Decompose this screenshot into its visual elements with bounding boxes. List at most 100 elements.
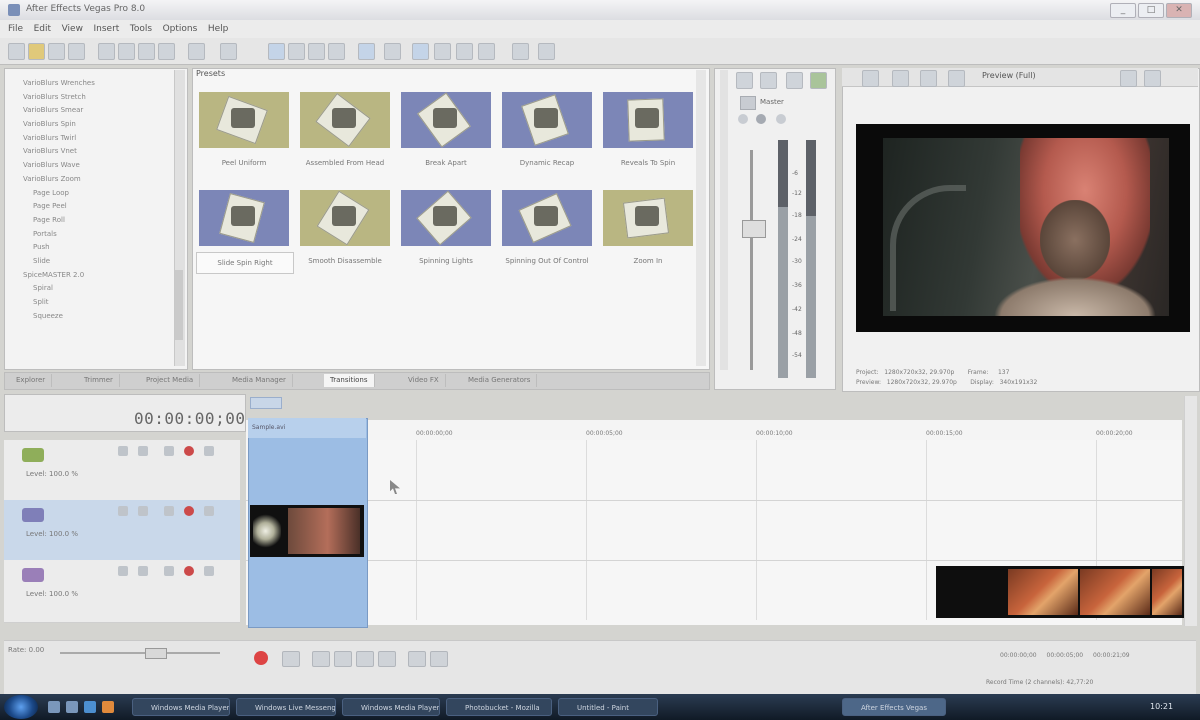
rate-slider-knob[interactable]: [145, 648, 167, 659]
track-motion-icon[interactable]: [118, 506, 128, 516]
taskbar-item[interactable]: Photobucket - Mozilla: [446, 698, 552, 716]
record-button[interactable]: [254, 651, 268, 665]
master-fader-track[interactable]: [750, 150, 753, 370]
stop-button[interactable]: [378, 651, 396, 667]
taskbar-item[interactable]: After Effects Vegas: [842, 698, 946, 716]
close-button[interactable]: ✕: [1166, 3, 1192, 18]
save-as-icon[interactable]: [68, 43, 85, 60]
preview-quality-dropdown[interactable]: Preview (Full): [982, 71, 1036, 80]
timeline-ruler[interactable]: [246, 420, 1182, 441]
tree-item[interactable]: VarioBlurs Wave: [5, 159, 187, 173]
timeline-vertical-scrollbar[interactable]: [1184, 396, 1197, 626]
track-mute-icon[interactable]: [164, 506, 174, 516]
tree-item[interactable]: VarioBlurs Zoom: [5, 173, 187, 187]
menu-insert[interactable]: Insert: [94, 24, 120, 34]
lock-envelopes-icon[interactable]: [412, 43, 429, 60]
tree-item[interactable]: Split: [5, 296, 187, 310]
transition-preset-tile[interactable]: Break Apart: [398, 92, 494, 190]
open-folder-icon[interactable]: [28, 43, 45, 60]
track-solo-icon[interactable]: [184, 506, 194, 516]
track-header-1[interactable]: Level: 100.0 %: [4, 440, 240, 501]
loop-icon[interactable]: [478, 43, 495, 60]
transition-preset-tile[interactable]: Slide Spin Right: [196, 190, 294, 288]
tab-video-fx[interactable]: Video FX: [402, 374, 446, 387]
go-to-end-button[interactable]: [430, 651, 448, 667]
tree-item[interactable]: VarioBlurs Twirl: [5, 132, 187, 146]
auto-crossfade-icon[interactable]: [456, 43, 473, 60]
undo-icon[interactable]: [188, 43, 205, 60]
track-compositing-icon[interactable]: [204, 566, 214, 576]
taskbar-item[interactable]: Untitled - Paint: [558, 698, 658, 716]
save-snapshot-icon[interactable]: [1144, 70, 1161, 87]
mixer-insert-bus-icon[interactable]: [760, 72, 777, 89]
menu-edit[interactable]: Edit: [34, 24, 51, 34]
go-to-start-button[interactable]: [408, 651, 426, 667]
ignore-grouping-icon[interactable]: [434, 43, 451, 60]
tree-item[interactable]: Portals: [5, 228, 187, 242]
tab-trimmer[interactable]: Trimmer: [78, 374, 120, 387]
switch-windows-icon[interactable]: [66, 701, 78, 713]
tree-item[interactable]: Page Loop: [5, 187, 187, 201]
show-desktop-icon[interactable]: [48, 701, 60, 713]
mixer-add-icon[interactable]: [810, 72, 827, 89]
tab-project-media[interactable]: Project Media: [140, 374, 201, 387]
track-header-2[interactable]: Level: 100.0 %: [4, 500, 240, 561]
tab-media-generators[interactable]: Media Generators: [462, 374, 538, 387]
track-fx-icon[interactable]: [138, 566, 148, 576]
mixer-fx-icon[interactable]: [786, 72, 803, 89]
menu-view[interactable]: View: [62, 24, 83, 34]
properties-icon[interactable]: [118, 43, 135, 60]
transition-preset-tile[interactable]: Assembled From Head: [297, 92, 393, 190]
transition-preset-tile[interactable]: Smooth Disassemble: [297, 190, 393, 288]
envelope-tool-icon[interactable]: [288, 43, 305, 60]
fx-bypass-icon[interactable]: [776, 114, 786, 124]
tree-item[interactable]: Spiral: [5, 282, 187, 296]
overlays-icon[interactable]: [948, 70, 965, 87]
track-compositing-icon[interactable]: [204, 506, 214, 516]
mute-icon[interactable]: [738, 114, 748, 124]
track-mute-icon[interactable]: [164, 446, 174, 456]
menu-tools[interactable]: Tools: [130, 24, 152, 34]
copy-icon[interactable]: [158, 43, 175, 60]
tree-item[interactable]: VarioBlurs Spin: [5, 118, 187, 132]
cut-icon[interactable]: [138, 43, 155, 60]
normal-edit-tool-icon[interactable]: [268, 43, 285, 60]
tree-item[interactable]: Squeeze: [5, 310, 187, 324]
master-fader-knob[interactable]: [742, 220, 766, 238]
taskbar-item[interactable]: Windows Media Player: [342, 698, 440, 716]
transition-preset-tile[interactable]: Peel Uniform: [196, 92, 292, 190]
play-button[interactable]: [334, 651, 352, 667]
tree-item[interactable]: VarioBlurs Smear: [5, 104, 187, 118]
copy-snapshot-icon[interactable]: [1120, 70, 1137, 87]
taskbar-item[interactable]: Windows Live Messenger: [236, 698, 336, 716]
taskbar-item[interactable]: Windows Media Player: [132, 698, 230, 716]
explorer-scroll-thumb[interactable]: [175, 270, 183, 340]
transition-preset-tile[interactable]: Reveals To Spin: [600, 92, 696, 190]
tree-item[interactable]: SpiceMASTER 2.0: [5, 269, 187, 283]
track-solo-icon[interactable]: [184, 446, 194, 456]
rate-slider-track[interactable]: [60, 652, 220, 654]
redo-icon[interactable]: [220, 43, 237, 60]
track-mute-icon[interactable]: [164, 566, 174, 576]
transition-preset-tile[interactable]: Dynamic Recap: [499, 92, 595, 190]
selection-tool-icon[interactable]: [308, 43, 325, 60]
whats-this-icon[interactable]: [538, 43, 555, 60]
solo-icon[interactable]: [756, 114, 766, 124]
menu-options[interactable]: Options: [163, 24, 198, 34]
preview-device-icon[interactable]: [892, 70, 909, 87]
maximize-button[interactable]: □: [1138, 3, 1164, 18]
tree-item[interactable]: Page Roll: [5, 214, 187, 228]
pause-button[interactable]: [356, 651, 374, 667]
mixer-settings-icon[interactable]: [736, 72, 753, 89]
tree-item[interactable]: VarioBlurs Vnet: [5, 145, 187, 159]
tree-item[interactable]: Push: [5, 241, 187, 255]
track-motion-icon[interactable]: [118, 566, 128, 576]
render-icon[interactable]: [98, 43, 115, 60]
start-button[interactable]: [4, 695, 38, 719]
track-header-3[interactable]: Level: 100.0 %: [4, 560, 240, 623]
save-icon[interactable]: [48, 43, 65, 60]
minimize-button[interactable]: _: [1110, 3, 1136, 18]
loop-playback-button[interactable]: [282, 651, 300, 667]
snapping-icon[interactable]: [358, 43, 375, 60]
new-project-icon[interactable]: [8, 43, 25, 60]
